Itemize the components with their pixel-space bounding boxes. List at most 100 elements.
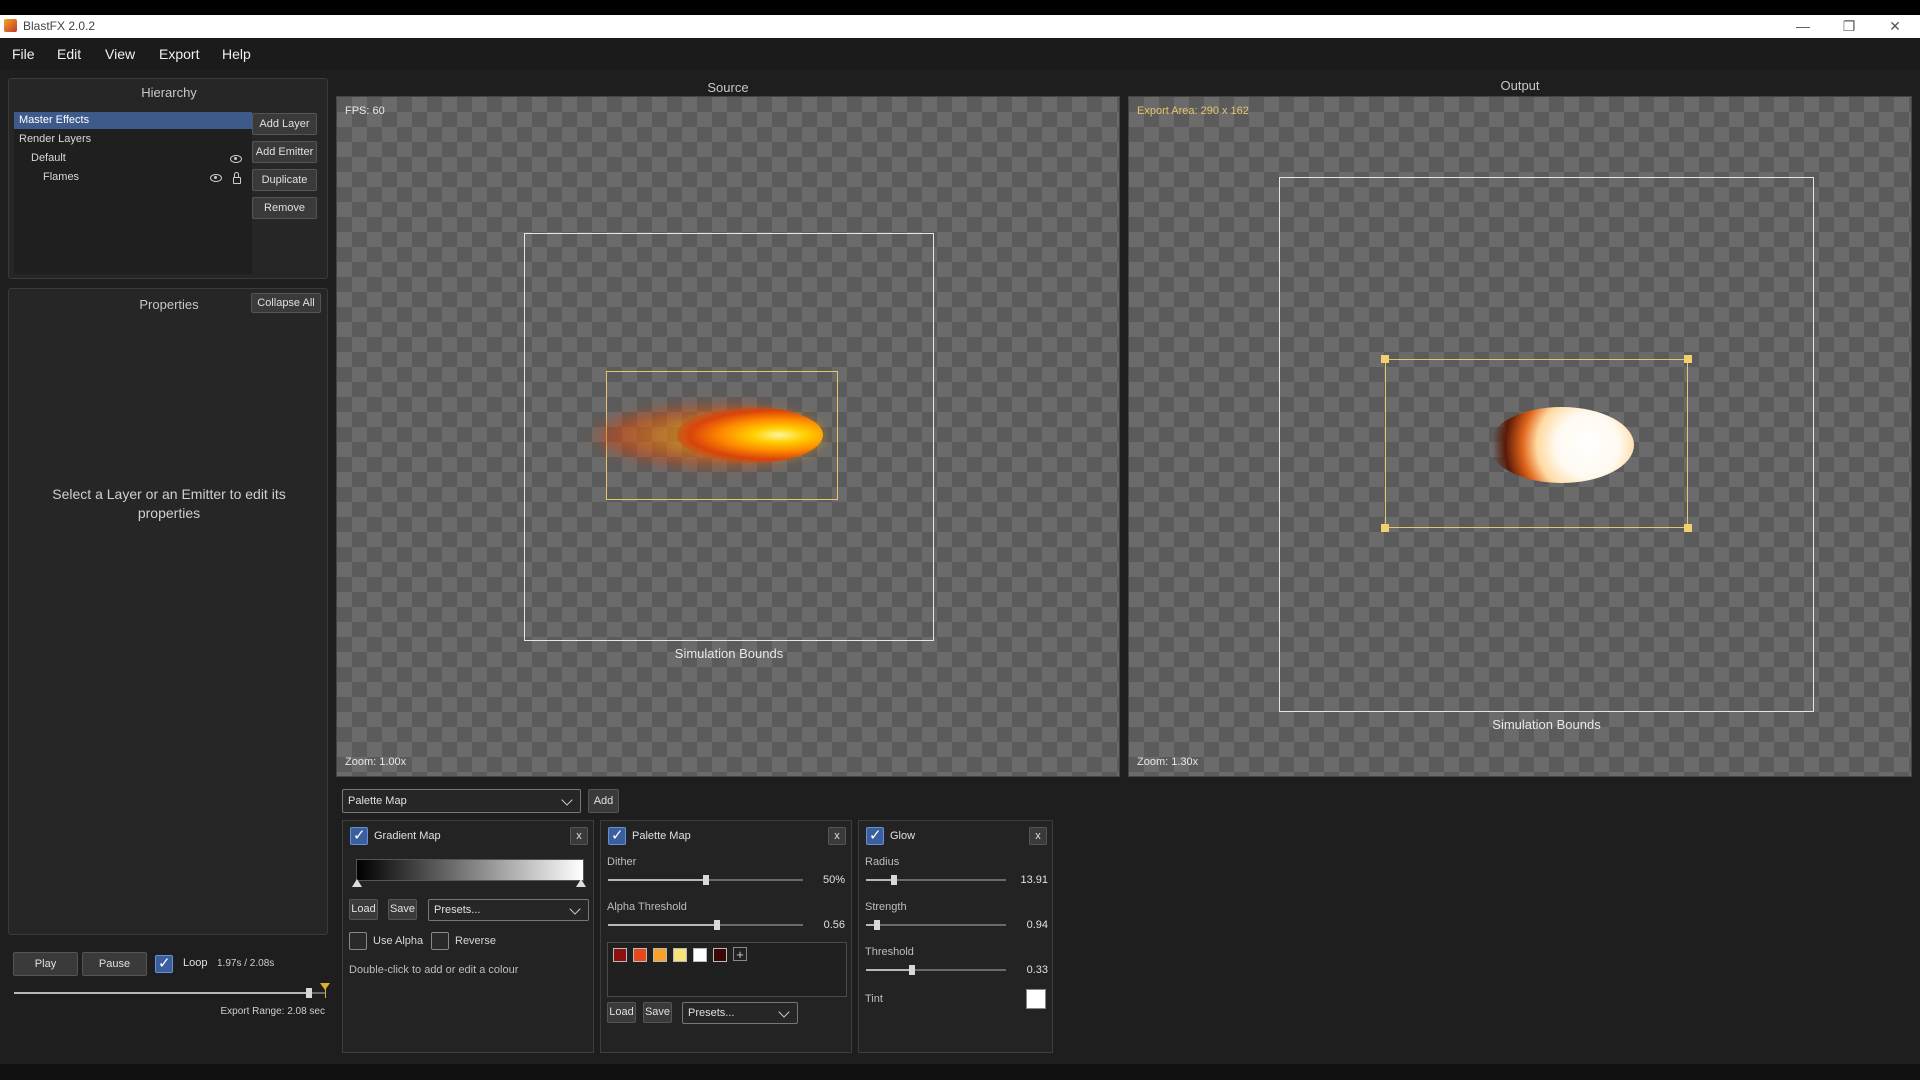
resize-handle-bottom-right[interactable] (1684, 524, 1692, 532)
gradient-bar[interactable] (356, 859, 584, 881)
palette-swatch[interactable] (673, 948, 687, 962)
eye-icon[interactable] (210, 174, 222, 182)
rendered-explosion-graphic (1489, 407, 1634, 483)
hierarchy-panel: Hierarchy Master Effects Render Layers D… (8, 78, 328, 279)
menu-help[interactable]: Help (222, 46, 251, 62)
tree-item-label: Master Effects (19, 114, 90, 126)
blastfx-logo-icon (4, 19, 17, 32)
palette-presets-value: Presets... (688, 1007, 735, 1019)
palette-swatch-area[interactable]: + (607, 942, 847, 997)
timeline-track[interactable] (14, 988, 326, 998)
tree-item-default[interactable]: Default (14, 150, 252, 167)
close-window-button[interactable]: ✕ (1872, 15, 1918, 38)
tint-color-swatch[interactable] (1026, 989, 1046, 1009)
glow-close-button[interactable]: x (1029, 827, 1047, 845)
tree-item-label: Flames (43, 171, 80, 183)
use-alpha-label: Use Alpha (373, 935, 424, 947)
collapse-all-button[interactable]: Collapse All (251, 293, 321, 313)
menu-view[interactable]: View (105, 46, 135, 62)
strength-label: Strength (865, 901, 907, 913)
tree-item-master-effects[interactable]: Master Effects (14, 112, 252, 129)
palette-presets-select[interactable]: Presets... (682, 1002, 798, 1024)
radius-slider-thumb[interactable] (891, 875, 897, 885)
remove-button[interactable]: Remove (252, 197, 317, 219)
chevron-down-icon (569, 903, 581, 915)
chevron-down-icon (778, 1006, 790, 1018)
palette-swatch[interactable] (693, 948, 707, 962)
pause-button[interactable]: Pause (82, 952, 147, 976)
tint-label: Tint (865, 993, 883, 1005)
source-bounds-label: Simulation Bounds (674, 646, 784, 661)
source-title: Source (707, 80, 749, 95)
output-viewport[interactable]: Export Area: 290 x 162 Simulation Bounds… (1128, 96, 1912, 777)
add-swatch-button[interactable]: + (733, 947, 747, 961)
source-viewport[interactable]: FPS: 60 Simulation Bounds Zoom: 1.00x (336, 96, 1120, 777)
properties-panel: Properties Collapse All Select a Layer o… (8, 288, 328, 935)
add-effect-button[interactable]: Add (588, 789, 619, 813)
fps-readout: FPS: 60 (345, 105, 385, 117)
use-alpha-checkbox[interactable] (349, 932, 367, 950)
palette-swatch[interactable] (633, 948, 647, 962)
tree-item-label: Default (31, 152, 66, 164)
duplicate-button[interactable]: Duplicate (252, 169, 317, 191)
loop-checkbox[interactable] (155, 954, 173, 973)
timeline-progress (14, 992, 310, 994)
play-button[interactable]: Play (13, 952, 78, 976)
radius-label: Radius (865, 856, 900, 868)
palette-map-close-button[interactable]: x (828, 827, 846, 845)
hierarchy-title: Hierarchy (141, 85, 197, 100)
glow-enabled-checkbox[interactable] (866, 826, 884, 845)
restore-button[interactable]: ❐ (1826, 15, 1872, 38)
menu-edit[interactable]: Edit (57, 46, 81, 62)
timeline-playhead[interactable] (306, 988, 313, 998)
threshold-slider-fill (866, 969, 913, 971)
title-bar: BlastFX 2.0.2 — ❐ ✕ (0, 15, 1920, 38)
tree-item-render-layers[interactable]: Render Layers (14, 131, 252, 148)
alpha-threshold-thumb[interactable] (714, 920, 721, 930)
gradient-map-title: Gradient Map (374, 830, 441, 842)
output-title: Output (1500, 78, 1540, 93)
menu-export[interactable]: Export (159, 46, 199, 62)
palette-save-button[interactable]: Save (643, 1002, 672, 1023)
minimize-button[interactable]: — (1780, 15, 1826, 38)
alpha-threshold-fill (608, 924, 718, 926)
strength-slider-thumb[interactable] (874, 920, 881, 930)
add-layer-button[interactable]: Add Layer (252, 113, 317, 135)
resize-handle-top-left[interactable] (1381, 355, 1389, 363)
palette-load-button[interactable]: Load (607, 1002, 636, 1023)
gradient-stop-start[interactable] (352, 879, 362, 887)
gradient-save-button[interactable]: Save (388, 899, 417, 920)
gradient-stop-end[interactable] (576, 879, 586, 887)
effect-type-select[interactable]: Palette Map (342, 789, 581, 813)
dither-slider-thumb[interactable] (702, 875, 709, 885)
tree-item-flames[interactable]: Flames (14, 169, 252, 186)
gradient-presets-select[interactable]: Presets... (428, 899, 589, 921)
threshold-value: 0.33 (1026, 964, 1048, 976)
gradient-presets-value: Presets... (434, 904, 481, 916)
strength-slider[interactable] (866, 920, 1006, 930)
gradient-map-close-button[interactable]: x (570, 827, 588, 845)
palette-map-title: Palette Map (632, 830, 691, 842)
reverse-checkbox[interactable] (431, 932, 449, 950)
lock-icon[interactable] (233, 172, 241, 184)
menu-file[interactable]: File (12, 46, 35, 62)
resize-handle-top-right[interactable] (1684, 355, 1692, 363)
gradient-load-button[interactable]: Load (349, 899, 378, 920)
resize-handle-bottom-left[interactable] (1381, 524, 1389, 532)
palette-swatch[interactable] (713, 948, 727, 962)
alpha-threshold-slider[interactable] (608, 920, 803, 930)
dither-value: 50% (822, 874, 845, 886)
tree-item-label: Render Layers (19, 133, 92, 145)
threshold-slider-thumb[interactable] (909, 965, 916, 975)
gradient-map-enabled-checkbox[interactable] (350, 826, 368, 845)
output-bounds-label: Simulation Bounds (1492, 717, 1601, 732)
radius-slider[interactable] (866, 875, 1006, 885)
eye-icon[interactable] (230, 155, 242, 163)
palette-swatch[interactable] (613, 948, 627, 962)
palette-swatch[interactable] (653, 948, 667, 962)
add-emitter-button[interactable]: Add Emitter (252, 141, 317, 163)
palette-map-enabled-checkbox[interactable] (608, 826, 626, 845)
threshold-slider[interactable] (866, 965, 1006, 975)
source-zoom: Zoom: 1.00x (345, 756, 407, 768)
dither-slider[interactable] (608, 875, 803, 885)
